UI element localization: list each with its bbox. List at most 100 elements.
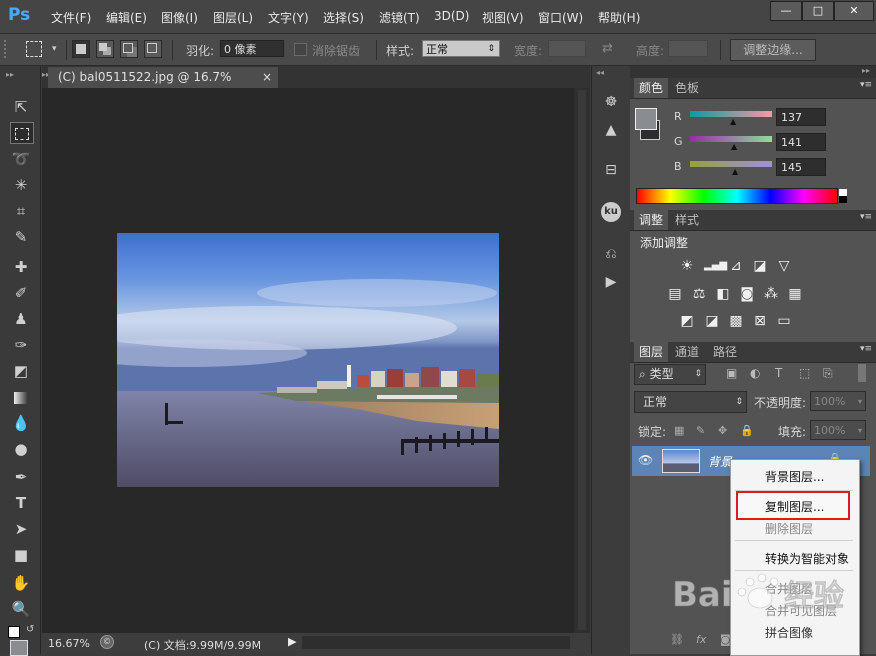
vibrance-icon[interactable]: ▽ — [776, 258, 792, 274]
tab-channels[interactable]: 通道 — [670, 342, 704, 362]
selective-color-icon[interactable]: ▭ — [776, 313, 792, 329]
menu-item-duplicate-layer[interactable]: 复制图层... — [765, 498, 824, 515]
filter-adjustment-icon[interactable]: ◐ — [750, 366, 760, 380]
healing-brush-tool-icon[interactable]: ✚ — [10, 256, 32, 278]
swap-arrows-icon[interactable]: ⇄ — [602, 41, 613, 56]
history-brush-tool-icon[interactable]: ✑ — [10, 334, 32, 356]
menu-edit[interactable]: 编辑(E) — [106, 9, 147, 26]
crop-tool-icon[interactable]: ⌗ — [10, 200, 32, 222]
gradient-tool-icon[interactable] — [10, 386, 32, 408]
feather-input[interactable]: 0 像素 — [220, 40, 284, 57]
menu-image[interactable]: 图像(I) — [161, 9, 198, 26]
style-select[interactable]: 正常 ⇕ — [422, 40, 500, 57]
visibility-eye-icon[interactable]: 👁 — [638, 453, 653, 467]
lock-brush-icon[interactable]: ✎ — [696, 424, 705, 437]
rectangle-tool-icon[interactable]: ■ — [10, 544, 32, 566]
black-white-icon[interactable]: ◧ — [715, 286, 731, 302]
history-panel-icon[interactable]: ⎌ — [601, 244, 621, 264]
histogram-icon[interactable]: ▲ — [601, 120, 621, 140]
vertical-scrollbar[interactable] — [574, 88, 590, 633]
tab-color[interactable]: 颜色 — [634, 78, 669, 98]
chevron-down-icon[interactable]: ▾ — [858, 421, 862, 441]
tab-styles[interactable]: 样式 — [670, 210, 704, 230]
dodge-tool-icon[interactable]: ● — [10, 438, 32, 460]
posterize-icon[interactable]: ◪ — [704, 313, 720, 329]
g-value-input[interactable]: 141 — [776, 133, 826, 151]
hue-saturation-icon[interactable]: ▤ — [667, 286, 683, 302]
antialias-checkbox[interactable] — [294, 43, 307, 56]
close-tab-icon[interactable]: × — [262, 67, 272, 88]
g-slider-thumb[interactable]: ▲ — [731, 142, 737, 151]
collapse-toolbar-icon[interactable]: ▸▸ — [6, 70, 14, 79]
brush-tool-icon[interactable]: ✐ — [10, 282, 32, 304]
menu-select[interactable]: 选择(S) — [323, 9, 364, 26]
gradient-map-icon[interactable]: ⊠ — [752, 313, 768, 329]
threshold-icon[interactable]: ▩ — [728, 313, 744, 329]
panel-menu-icon[interactable]: ▾≡ — [860, 344, 872, 354]
levels-icon[interactable]: ▂▄▆ — [704, 258, 727, 274]
actions-panel-icon[interactable]: ▶ — [601, 272, 621, 292]
restore-button[interactable]: □ — [802, 1, 834, 21]
exposure-icon[interactable]: ◪ — [752, 258, 768, 274]
filter-smart-object-icon[interactable]: ⎘ — [823, 366, 833, 381]
menu-file[interactable]: 文件(F) — [51, 9, 91, 26]
navigator-icon[interactable]: ☸ — [601, 92, 621, 112]
magic-wand-tool-icon[interactable]: ✳ — [10, 174, 32, 196]
tab-paths[interactable]: 路径 — [708, 342, 742, 362]
color-spectrum-ramp[interactable] — [636, 188, 847, 204]
filter-pixel-icon[interactable]: ▣ — [726, 366, 737, 380]
menu-view[interactable]: 视图(V) — [482, 9, 524, 26]
channel-mixer-icon[interactable]: ⁂ — [763, 286, 779, 302]
move-tool-icon[interactable]: ⇱ — [10, 96, 32, 118]
chevron-down-icon[interactable]: ▾ — [858, 392, 862, 412]
lock-move-icon[interactable]: ✥ — [718, 424, 727, 437]
panel-menu-icon[interactable]: ▾≡ — [860, 80, 872, 90]
type-tool-icon[interactable]: T — [10, 492, 32, 514]
close-button[interactable]: ✕ — [834, 1, 874, 21]
pen-tool-icon[interactable]: ✒ — [10, 466, 32, 488]
layer-name[interactable]: 背景 — [708, 453, 732, 470]
zoom-tool-icon[interactable]: 🔍 — [10, 598, 32, 620]
menu-item-convert-smart-object[interactable]: 转换为智能对象 — [765, 550, 849, 567]
hand-tool-icon[interactable]: ✋ — [10, 572, 32, 594]
tab-swatches[interactable]: 色板 — [670, 78, 704, 98]
b-value-input[interactable]: 145 — [776, 158, 826, 176]
curves-icon[interactable]: ⊿ — [728, 258, 744, 274]
b-slider-thumb[interactable]: ▲ — [732, 167, 738, 176]
preset-dropdown-icon[interactable]: ▾ — [52, 44, 57, 54]
filter-toggle[interactable] — [858, 364, 866, 382]
height-input[interactable] — [668, 40, 708, 57]
eyedropper-tool-icon[interactable]: ✎ — [10, 226, 32, 248]
invert-icon[interactable]: ◩ — [679, 313, 695, 329]
menu-window[interactable]: 窗口(W) — [538, 9, 583, 26]
color-lookup-icon[interactable]: ▦ — [787, 286, 803, 302]
foreground-color-chip[interactable] — [635, 108, 657, 130]
lasso-tool-icon[interactable]: ➰ — [10, 148, 32, 170]
layer-style-icon[interactable]: fx — [696, 633, 706, 646]
menu-filter[interactable]: 滤镜(T) — [379, 9, 420, 26]
zoom-level[interactable]: 16.67% — [48, 637, 90, 650]
intersect-selection-icon[interactable] — [144, 40, 162, 58]
tab-adjustments[interactable]: 调整 — [634, 210, 669, 230]
lock-all-icon[interactable]: 🔒 — [740, 424, 754, 437]
subtract-selection-icon[interactable] — [120, 40, 138, 58]
panel-menu-icon[interactable]: ▾≡ — [860, 212, 872, 222]
r-slider-thumb[interactable]: ▲ — [730, 117, 736, 126]
color-balance-icon[interactable]: ⚖ — [691, 286, 707, 302]
lock-transparent-icon[interactable]: ▦ — [674, 424, 684, 437]
options-grip[interactable] — [4, 40, 12, 58]
path-selection-tool-icon[interactable]: ➤ — [10, 518, 32, 540]
minimize-button[interactable]: — — [770, 1, 802, 21]
blur-tool-icon[interactable]: 💧 — [10, 412, 32, 434]
photo-filter-icon[interactable]: ◙ — [739, 286, 755, 302]
filter-type-icon[interactable]: T — [775, 366, 782, 380]
menu-item-flatten-image[interactable]: 拼合图像 — [765, 624, 813, 641]
info-icon[interactable]: © — [100, 635, 114, 649]
marquee-tool-preset-icon[interactable] — [26, 41, 42, 57]
blend-mode-select[interactable]: 正常 ⇕ — [634, 391, 747, 413]
menu-help[interactable]: 帮助(H) — [598, 9, 640, 26]
document-tab[interactable]: (C) bal0511522.jpg @ 16.7%(RGB/8*) × — [48, 67, 278, 105]
marquee-tool-icon[interactable] — [10, 122, 34, 144]
brightness-contrast-icon[interactable]: ☀ — [679, 258, 695, 274]
width-input[interactable] — [548, 40, 586, 57]
